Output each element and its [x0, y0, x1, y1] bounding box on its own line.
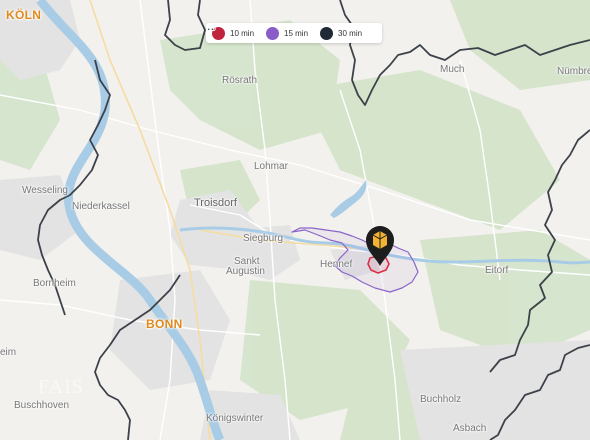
legend-item-car[interactable]: 30 min [207, 25, 363, 40]
legend-item-bicycle[interactable]: 15 min [206, 25, 309, 40]
isochrone-legend: 10 min 15 min 30 min [206, 23, 382, 43]
place-label-niederkassel: Niederkassel [72, 201, 130, 212]
place-label-eitorf: Eitorf [485, 265, 509, 276]
place-label-roesrath: Rösrath [222, 75, 258, 86]
place-label-augustin: Augustin [226, 266, 265, 277]
legend-label-walking: 10 min [230, 28, 255, 38]
map-base-layer [0, 0, 590, 440]
legend-label-car: 30 min [338, 28, 363, 38]
wahnbach-reservoir [330, 180, 367, 218]
car-icon [207, 25, 334, 40]
legend-label-bicycle: 15 min [284, 28, 309, 38]
place-label-heim: eim [0, 347, 17, 358]
place-label-much: Much [440, 64, 465, 75]
place-label-nuembrecht: Nümbre [557, 66, 590, 77]
place-label-wesseling: Wesseling [22, 185, 68, 196]
place-label-asbach: Asbach [453, 423, 487, 434]
place-label-bonn: BONN [146, 317, 183, 331]
watermark-logo: FAIS [38, 376, 84, 398]
place-label-koeln: KÖLN [6, 8, 42, 22]
bike-isochrone-15min [291, 227, 419, 293]
place-label-troisdorf: Troisdorf [194, 197, 237, 209]
place-label-koenigswinter: Königswinter [206, 413, 264, 424]
map-canvas[interactable]: KÖLN BONN Troisdorf Siegburg Sankt Augus… [0, 0, 590, 440]
legend-item-walking[interactable]: 10 min [207, 23, 255, 40]
bicycle-icon [206, 25, 280, 40]
place-label-buschhoven: Buschhoven [14, 400, 70, 411]
place-label-buchholz: Buchholz [420, 394, 462, 405]
place-label-lohmar: Lohmar [254, 161, 288, 172]
place-label-siegburg: Siegburg [243, 233, 284, 244]
place-label-bornheim: Bornheim [33, 278, 76, 289]
place-label-hennef: Hennef [320, 259, 353, 270]
